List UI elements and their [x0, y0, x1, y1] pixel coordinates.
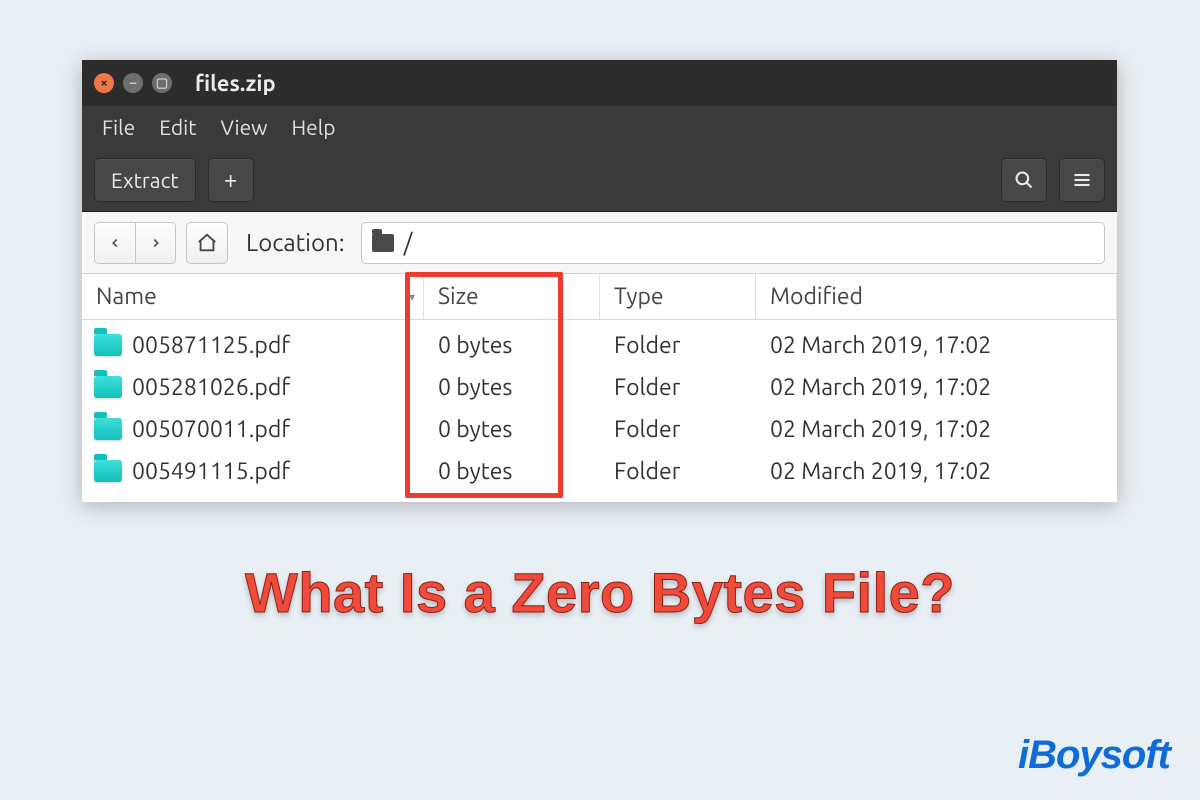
file-modified: 02 March 2019, 17:02 [756, 375, 1117, 400]
file-modified: 02 March 2019, 17:02 [756, 417, 1117, 442]
file-type: Folder [600, 375, 756, 400]
file-name: 005070011.pdf [132, 417, 290, 442]
toolbar: Extract + [82, 148, 1117, 212]
folder-icon [94, 334, 122, 356]
archive-manager-window: × – ▢ files.zip File Edit View Help Extr… [82, 60, 1117, 502]
menu-help[interactable]: Help [281, 111, 345, 143]
sort-indicator-icon: ▾ [409, 290, 415, 304]
table-row[interactable]: 005281026.pdf 0 bytes Folder 02 March 20… [82, 366, 1117, 408]
location-bar: Location: / [82, 212, 1117, 274]
hamburger-menu-button[interactable] [1059, 158, 1105, 202]
file-size: 0 bytes [424, 333, 600, 358]
caption-heading: What Is a Zero Bytes File? [0, 560, 1200, 625]
folder-icon [94, 376, 122, 398]
file-name: 005491115.pdf [132, 459, 290, 484]
file-modified: 02 March 2019, 17:02 [756, 459, 1117, 484]
file-size: 0 bytes [424, 375, 600, 400]
home-button[interactable] [186, 222, 228, 264]
table-row[interactable]: 005871125.pdf 0 bytes Folder 02 March 20… [82, 324, 1117, 366]
home-icon [196, 232, 218, 254]
column-header-modified[interactable]: Modified [756, 274, 1117, 319]
folder-icon [94, 418, 122, 440]
file-size: 0 bytes [424, 417, 600, 442]
column-header-name[interactable]: Name ▾ [82, 274, 424, 319]
file-type: Folder [600, 459, 756, 484]
file-list: 005871125.pdf 0 bytes Folder 02 March 20… [82, 320, 1117, 502]
column-headers: Name ▾ Size Type Modified [82, 274, 1117, 320]
window-maximize-button[interactable]: ▢ [152, 73, 172, 93]
location-path: / [404, 229, 413, 256]
file-name: 005871125.pdf [132, 333, 290, 358]
folder-icon [94, 460, 122, 482]
table-row[interactable]: 005491115.pdf 0 bytes Folder 02 March 20… [82, 450, 1117, 492]
location-label: Location: [246, 229, 345, 256]
watermark-logo: iBoysoft [1018, 733, 1170, 778]
window-close-button[interactable]: × [94, 73, 114, 93]
file-size: 0 bytes [424, 459, 600, 484]
window-minimize-button[interactable]: – [123, 73, 143, 93]
extract-button[interactable]: Extract [94, 158, 196, 202]
table-row[interactable]: 005070011.pdf 0 bytes Folder 02 March 20… [82, 408, 1117, 450]
column-header-size[interactable]: Size [424, 274, 600, 319]
location-field[interactable]: / [361, 222, 1105, 264]
nav-back-button[interactable] [95, 223, 135, 263]
menu-file[interactable]: File [92, 111, 145, 143]
chevron-left-icon [108, 236, 122, 250]
search-icon [1014, 170, 1034, 190]
menu-edit[interactable]: Edit [149, 111, 206, 143]
hamburger-icon [1072, 170, 1092, 190]
chevron-right-icon [149, 236, 163, 250]
column-header-type[interactable]: Type [600, 274, 756, 319]
file-modified: 02 March 2019, 17:02 [756, 333, 1117, 358]
window-title: files.zip [195, 71, 276, 96]
search-button[interactable] [1001, 158, 1047, 202]
file-type: Folder [600, 333, 756, 358]
folder-icon [372, 234, 394, 252]
menu-view[interactable]: View [210, 111, 277, 143]
file-type: Folder [600, 417, 756, 442]
file-name: 005281026.pdf [132, 375, 290, 400]
nav-group [94, 222, 176, 264]
nav-forward-button[interactable] [135, 223, 175, 263]
titlebar: × – ▢ files.zip [82, 60, 1117, 106]
add-button[interactable]: + [208, 158, 254, 202]
menubar: File Edit View Help [82, 106, 1117, 148]
